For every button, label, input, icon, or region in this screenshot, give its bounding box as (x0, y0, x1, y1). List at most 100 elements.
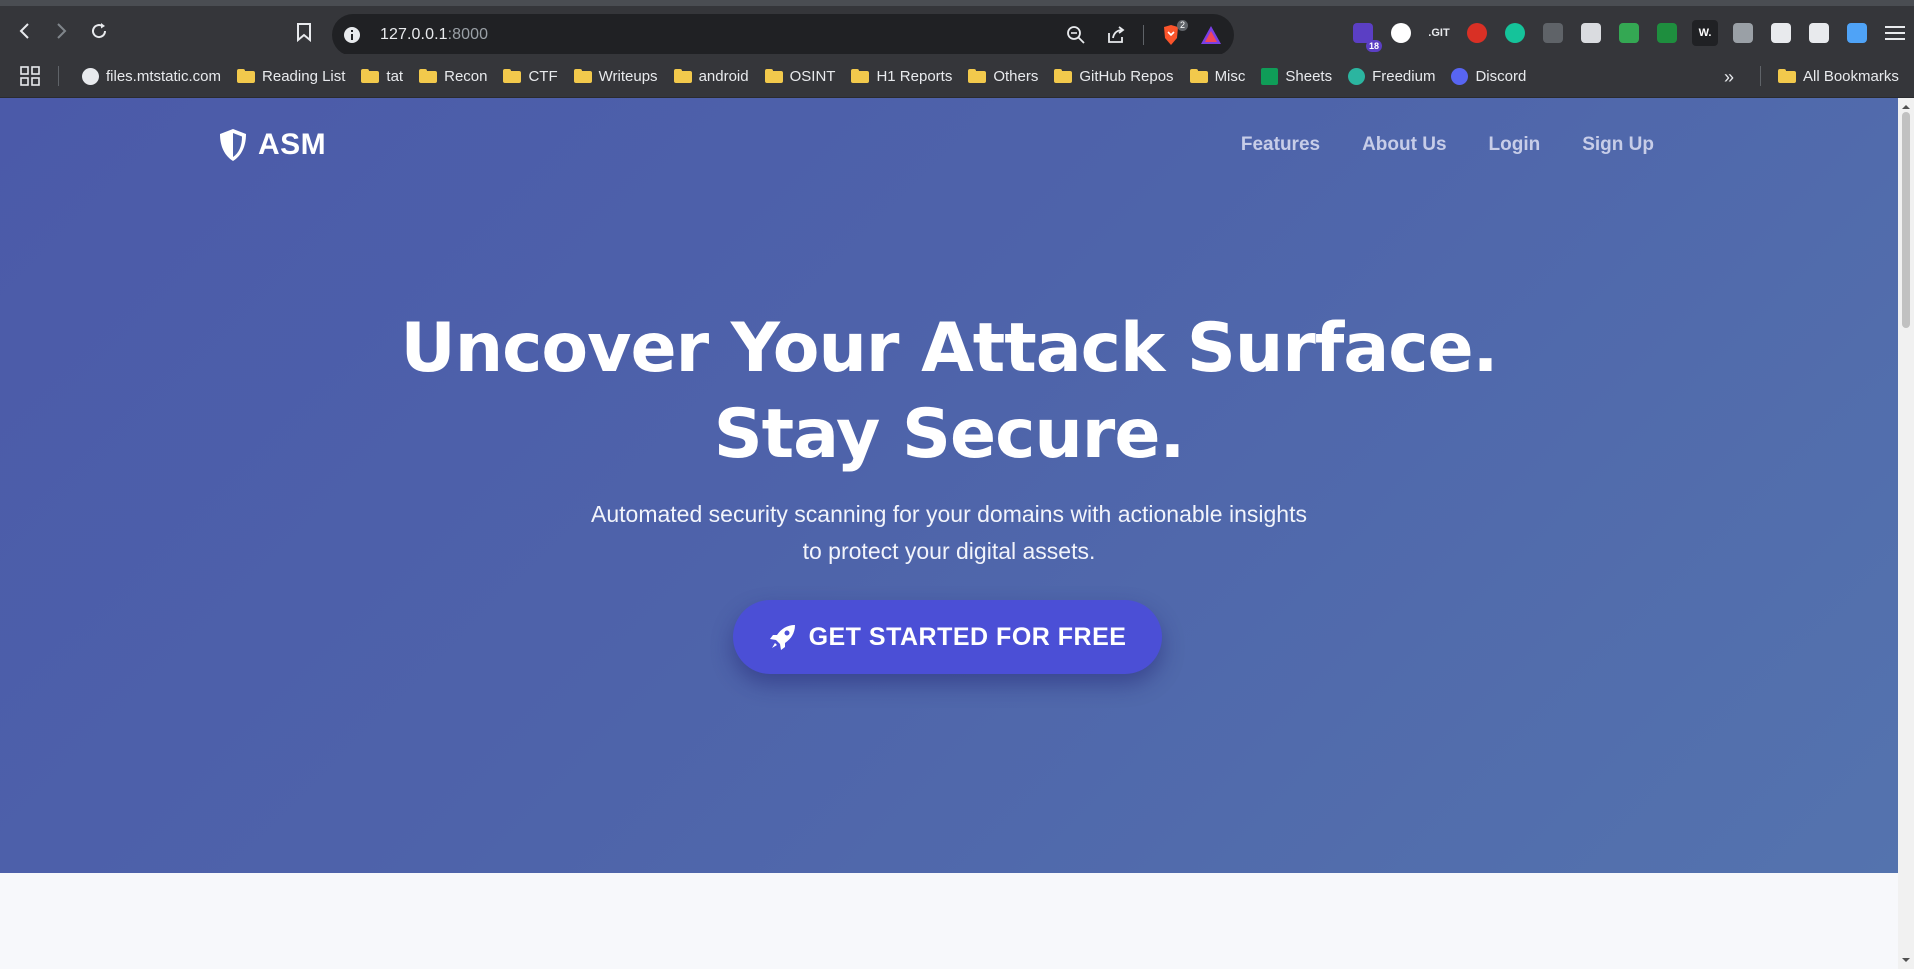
bookmark-item[interactable]: Recon (411, 61, 495, 91)
share-icon[interactable] (1103, 22, 1129, 48)
hero-heading: Uncover Your Attack Surface. Stay Secure… (0, 306, 1898, 478)
menu-icon[interactable] (1882, 20, 1908, 46)
bookmark-label: tat (386, 67, 404, 85)
bookmarks-divider (58, 66, 59, 86)
bookmark-item[interactable]: OSINT (757, 61, 844, 91)
extension-glyph (1847, 23, 1867, 43)
logo-text: ASM (258, 128, 327, 161)
nav-link-features[interactable]: Features (1241, 134, 1320, 156)
extension-glyph (1771, 23, 1791, 43)
scroll-up-arrow-icon[interactable] (1901, 102, 1911, 112)
forward-button[interactable] (48, 18, 74, 44)
bookmark-item[interactable]: Sheets (1253, 61, 1340, 91)
bookmark-item[interactable]: Misc (1182, 61, 1254, 91)
url-text[interactable]: 127.0.0.1:8000 (380, 26, 488, 44)
shields-count-badge: 2 (1176, 20, 1188, 31)
browser-toolbar: 127.0.0.1:8000 2 18 .GIT W. (0, 6, 1914, 56)
bookmark-item[interactable]: files.mtstatic.com (74, 61, 229, 91)
address-bar[interactable]: 127.0.0.1:8000 2 (332, 14, 1234, 56)
bookmark-item[interactable]: Reading List (229, 61, 353, 91)
bookmark-item[interactable]: Freedium (1340, 61, 1443, 91)
bookmark-label: android (698, 67, 749, 85)
scrollbar-thumb[interactable] (1902, 112, 1910, 328)
bookmark-label: CTF (528, 67, 558, 85)
bookmark-item[interactable]: CTF (495, 61, 565, 91)
bookmark-page-button[interactable] (292, 20, 316, 44)
folder-icon (764, 69, 783, 83)
sparkle-extension-icon[interactable] (1806, 20, 1832, 46)
nav-link-about-us[interactable]: About Us (1362, 134, 1446, 156)
folder-icon (237, 69, 256, 83)
copy-extension-icon[interactable] (1540, 20, 1566, 46)
folder-icon (573, 69, 592, 83)
drop-extension-icon[interactable] (1464, 20, 1490, 46)
robot-extension-icon[interactable] (1616, 20, 1642, 46)
folder-icon (1778, 69, 1796, 83)
scroll-down-arrow-icon[interactable] (1901, 955, 1911, 965)
grammarly-extension-icon[interactable] (1502, 20, 1528, 46)
bookmark-item[interactable]: Discord (1443, 61, 1534, 91)
folder-icon (968, 69, 987, 83)
nav-link-login[interactable]: Login (1489, 134, 1541, 156)
all-bookmarks-folder[interactable]: All Bookmarks (1770, 61, 1907, 91)
bookmark-item[interactable]: android (666, 61, 757, 91)
page-scrollbar[interactable] (1898, 98, 1914, 969)
site-logo[interactable]: ASM (218, 128, 326, 162)
hero-heading-line-1: Uncover Your Attack Surface. (400, 309, 1498, 388)
git-extension-icon[interactable]: .GIT (1426, 20, 1452, 46)
brave-shields-icon[interactable]: 2 (1158, 20, 1188, 48)
globe-icon (82, 67, 99, 85)
rocket-icon (769, 625, 795, 650)
more-bookmarks-chevron-icon[interactable]: » (1718, 66, 1740, 88)
forward-arrow-icon (57, 23, 67, 39)
folder-icon (673, 69, 692, 83)
bookmark-label: Reading List (262, 67, 346, 85)
bookmark-item[interactable]: H1 Reports (843, 61, 960, 91)
wappalyzer-extension-icon[interactable]: W. (1692, 20, 1718, 46)
bookmarks-bar: files.mtstatic.com Reading List tat Recon CT… (0, 54, 1914, 98)
bookmark-label: H1 Reports (876, 67, 953, 85)
puzzle-extension-icon[interactable] (1768, 20, 1794, 46)
all-bookmarks-label: All Bookmarks (1803, 67, 1899, 85)
extension-glyph (1391, 23, 1411, 43)
sheets-icon (1261, 67, 1279, 85)
hero-subtitle-line-2: to protect your digital assets. (802, 538, 1096, 564)
extension-glyph (1581, 23, 1601, 43)
get-started-button[interactable]: GET STARTED FOR FREE (733, 600, 1162, 674)
brave-rewards-icon[interactable] (1198, 22, 1224, 48)
extension-glyph (1733, 23, 1753, 43)
folder-icon (851, 69, 870, 83)
bookmark-label: files.mtstatic.com (106, 67, 222, 85)
printer-extension-icon[interactable] (1578, 20, 1604, 46)
bookmark-item[interactable]: tat (353, 61, 411, 91)
zoom-icon[interactable] (1063, 22, 1089, 48)
k-extension-icon[interactable] (1844, 20, 1870, 46)
hero-heading-line-2: Stay Secure. (713, 395, 1186, 474)
bookmarks-divider-right (1760, 66, 1761, 86)
folder-icon (1189, 69, 1208, 83)
hat-extension-icon[interactable]: 18 (1350, 20, 1382, 52)
mail-extension-icon[interactable] (1654, 20, 1680, 46)
folder-icon (419, 69, 438, 83)
hero-subtitle: Automated security scanning for your dom… (540, 496, 1358, 570)
bookmark-item[interactable]: GitHub Repos (1046, 61, 1181, 91)
camera-extension-icon[interactable] (1730, 20, 1756, 46)
bookmark-label: Recon (444, 67, 488, 85)
site-navbar: ASM Features About Us Login Sign Up (218, 124, 1654, 168)
omnibox-separator (1143, 25, 1144, 45)
reload-button[interactable] (86, 18, 112, 44)
nav-link-sign-up[interactable]: Sign Up (1582, 134, 1654, 156)
bookmark-item[interactable]: Writeups (566, 61, 666, 91)
bookmark-label: Freedium (1372, 67, 1436, 85)
pattern-extension-icon[interactable] (1388, 20, 1414, 46)
hero-subtitle-line-1: Automated security scanning for your dom… (591, 501, 1307, 527)
bookmark-label: Sheets (1285, 67, 1333, 85)
back-button[interactable] (12, 18, 38, 44)
site-info-icon[interactable] (342, 25, 362, 45)
url-port: :8000 (447, 26, 489, 43)
extension-badge: 18 (1365, 40, 1382, 52)
shield-logo-icon (220, 129, 246, 161)
folder-icon (361, 69, 380, 83)
bookmark-item[interactable]: Others (960, 61, 1046, 91)
apps-grid-icon[interactable] (18, 64, 42, 88)
